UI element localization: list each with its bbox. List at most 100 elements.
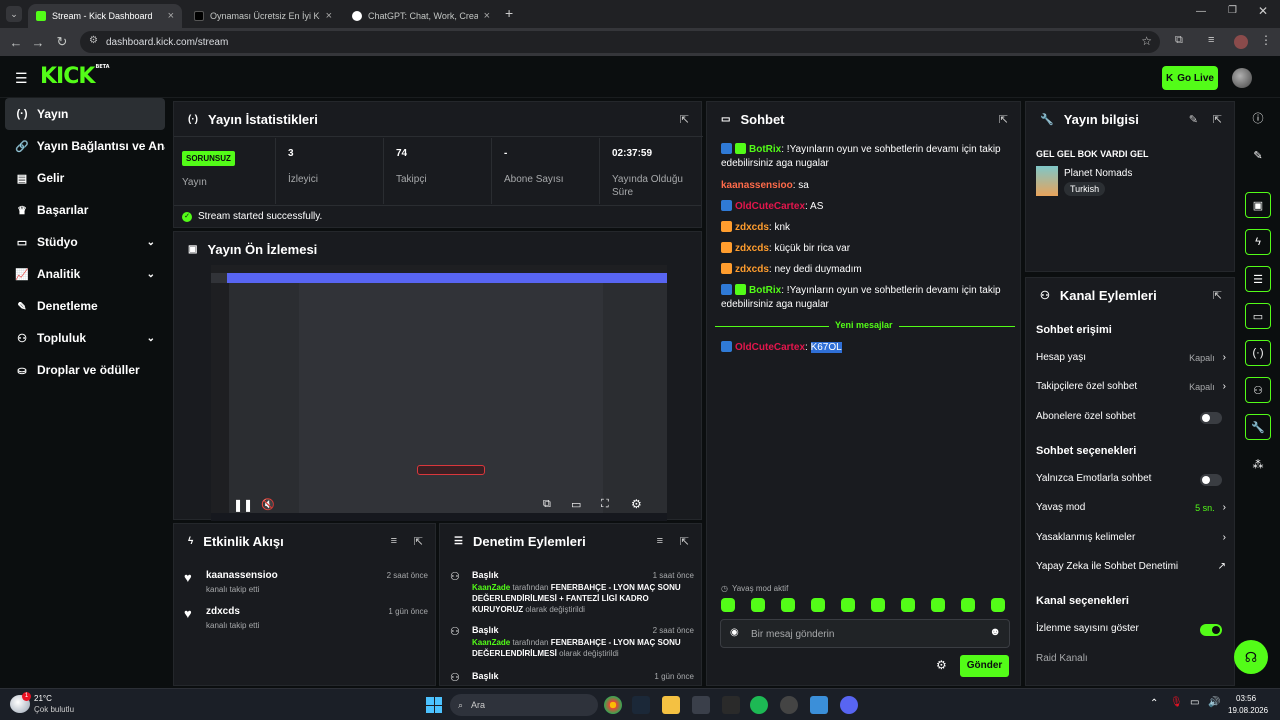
slow-mode-row[interactable]: Yavaş mod 5 sn. ›	[1036, 502, 1226, 513]
obs-app-icon[interactable]	[780, 696, 798, 714]
maximize-window-icon[interactable]: ❐	[1228, 5, 1237, 16]
followers-only-row[interactable]: Takipçilere özel sohbet Kapalı ›	[1036, 381, 1226, 392]
taskbar-search[interactable]: ⌕ Ara	[450, 694, 598, 716]
reload-icon[interactable]: ↻	[50, 34, 74, 50]
emote-icon[interactable]	[841, 598, 855, 612]
category-thumbnail[interactable]	[1036, 166, 1058, 196]
chat-username[interactable]: BotRix	[749, 144, 781, 155]
display-icon[interactable]: ▭	[1190, 697, 1199, 708]
info-icon[interactable]: ⓘ	[1245, 105, 1271, 131]
list-widget-icon[interactable]: ☰	[1245, 266, 1271, 292]
kick-logo[interactable]: KICKBETA	[40, 64, 110, 89]
edit-pencil-icon[interactable]: ✎	[1189, 113, 1198, 126]
popout-icon[interactable]: ⇱	[1213, 113, 1222, 126]
epic-games-icon[interactable]	[722, 696, 740, 714]
preview-video[interactable]: ❚❚ 🔇 ⧉ ▭ ⛶ ⚙	[211, 265, 667, 521]
emote-icon[interactable]	[871, 598, 885, 612]
discord-app-icon[interactable]	[840, 696, 858, 714]
filter-icon[interactable]: ≡	[657, 535, 663, 547]
show-viewers-toggle[interactable]	[1200, 624, 1222, 636]
raid-channel-row[interactable]: Raid Kanalı	[1036, 653, 1226, 664]
close-tab-icon[interactable]: ×	[168, 10, 174, 22]
chat-username[interactable]: OldCuteCartex	[735, 342, 805, 353]
edit-pencil-icon[interactable]: ✎	[1245, 142, 1271, 168]
lightning-widget-icon[interactable]: ϟ	[1245, 229, 1271, 255]
steam-app-icon[interactable]	[632, 696, 650, 714]
emote-icon[interactable]	[811, 598, 825, 612]
go-live-button[interactable]: K Go Live	[1162, 66, 1218, 90]
spotify-icon[interactable]	[750, 696, 768, 714]
activity-user[interactable]: zdxcds	[206, 606, 240, 617]
browser-tab-chatgpt[interactable]: ChatGPT: Chat, Work, Create & Lea... ×	[344, 4, 498, 28]
volume-icon[interactable]: 🔊	[1208, 697, 1220, 708]
popout-icon[interactable]: ⇱	[1213, 289, 1222, 302]
microphone-icon[interactable]: 🎙	[1170, 697, 1183, 708]
back-arrow-icon[interactable]: ←	[4, 35, 28, 50]
emoji-picker-icon[interactable]: ☻	[989, 626, 1001, 638]
chat-widget-icon[interactable]: ▭	[1245, 303, 1271, 329]
new-tab-button[interactable]: +	[505, 5, 513, 21]
stats-widget-icon[interactable]: ▣	[1245, 192, 1271, 218]
account-age-row[interactable]: Hesap yaşı Kapalı ›	[1036, 352, 1226, 363]
chat-username[interactable]: zdxcds	[735, 222, 769, 233]
sidebar-item-drops[interactable]: ⛀ Droplar ve ödüller	[5, 354, 165, 386]
emote-icon[interactable]	[991, 598, 1005, 612]
forward-arrow-icon[interactable]: →	[26, 35, 50, 50]
chat-username[interactable]: zdxcds	[735, 243, 769, 254]
category-name[interactable]: Planet Nomads	[1064, 168, 1132, 179]
windows-start-icon[interactable]	[426, 697, 442, 713]
chat-username[interactable]: zdxcds	[735, 264, 769, 275]
moderation-actor[interactable]: KaanZade	[472, 638, 510, 647]
emote-icon[interactable]	[931, 598, 945, 612]
tray-chevron-icon[interactable]: ⌃	[1150, 698, 1158, 709]
popout-icon[interactable]: ⇱	[680, 535, 689, 548]
emote-icon[interactable]	[961, 598, 975, 612]
app-icon[interactable]	[810, 696, 828, 714]
extensions-icon[interactable]: ⧉	[1175, 34, 1183, 47]
file-explorer-icon[interactable]	[662, 696, 680, 714]
close-window-icon[interactable]: ✕	[1258, 4, 1268, 18]
picture-in-picture-icon[interactable]: ⧉	[543, 498, 551, 511]
chat-settings-icon[interactable]: ⚙	[936, 658, 947, 672]
sidebar-item-link[interactable]: 🔗 Yayın Bağlantısı ve Anahtar	[5, 130, 165, 162]
ai-moderation-row[interactable]: Yapay Zeka ile Sohbet Denetimi ↗	[1036, 561, 1226, 572]
popout-icon[interactable]: ⇱	[999, 113, 1008, 126]
clock-date[interactable]: 19.08.2026	[1228, 706, 1268, 715]
sidebar-item-community[interactable]: ⚇ Topluluk ⌄	[5, 322, 165, 354]
sidebar-item-trophy[interactable]: ♛ Başarılar	[5, 194, 165, 226]
volume-muted-icon[interactable]: 🔇	[261, 498, 275, 511]
emote-icon[interactable]	[721, 598, 735, 612]
tab-search-button[interactable]: ⌄	[6, 6, 22, 22]
sidebar-item-moderation[interactable]: ✎ Denetleme	[5, 290, 165, 322]
sidebar-item-studio[interactable]: ▭ Stüdyo ⌄	[5, 226, 165, 258]
activity-user[interactable]: kaanassensioo	[206, 570, 278, 581]
widgets-more-icon[interactable]: ⁂	[1245, 451, 1271, 477]
emote-icon[interactable]	[781, 598, 795, 612]
moderation-actor[interactable]: KaanZade	[472, 583, 510, 592]
fullscreen-icon[interactable]: ⛶	[601, 498, 609, 511]
browser-tab-horror-games[interactable]: Oynaması Ücretsiz En İyi Korku Oy... ×	[186, 4, 340, 28]
profile-avatar-icon[interactable]	[1234, 35, 1248, 49]
banned-words-row[interactable]: Yasaklanmış kelimeler ›	[1036, 532, 1226, 543]
popout-icon[interactable]: ⇱	[414, 535, 423, 548]
support-chat-button[interactable]: ☊	[1234, 640, 1268, 674]
chat-input[interactable]: ◉ Bir mesaj gönderin ☻	[720, 619, 1010, 648]
theater-mode-icon[interactable]: ▭	[571, 498, 581, 511]
user-avatar[interactable]	[1232, 68, 1252, 88]
address-bar[interactable]: ⚙ dashboard.kick.com/stream ☆	[80, 31, 1160, 53]
sidebar-item-broadcast[interactable]: (·) Yayın	[5, 98, 165, 130]
site-info-icon[interactable]: ⚙	[89, 35, 98, 46]
chat-username[interactable]: OldCuteCartex	[735, 201, 805, 212]
emote-icon[interactable]	[751, 598, 765, 612]
sidebar-item-revenue[interactable]: ▤ Gelir	[5, 162, 165, 194]
broadcast-widget-icon[interactable]: (·)	[1245, 340, 1271, 366]
bookmark-star-icon[interactable]: ☆	[1141, 34, 1152, 48]
emote-icon[interactable]	[901, 598, 915, 612]
subs-only-toggle[interactable]	[1200, 412, 1222, 424]
chat-username[interactable]: BotRix	[749, 285, 781, 296]
close-tab-icon[interactable]: ×	[484, 10, 490, 22]
close-tab-icon[interactable]: ×	[326, 10, 332, 22]
browser-menu-icon[interactable]: ⋮	[1260, 33, 1272, 47]
minimize-window-icon[interactable]: —	[1196, 6, 1206, 17]
chat-username[interactable]: kaanassensioo	[721, 180, 793, 191]
